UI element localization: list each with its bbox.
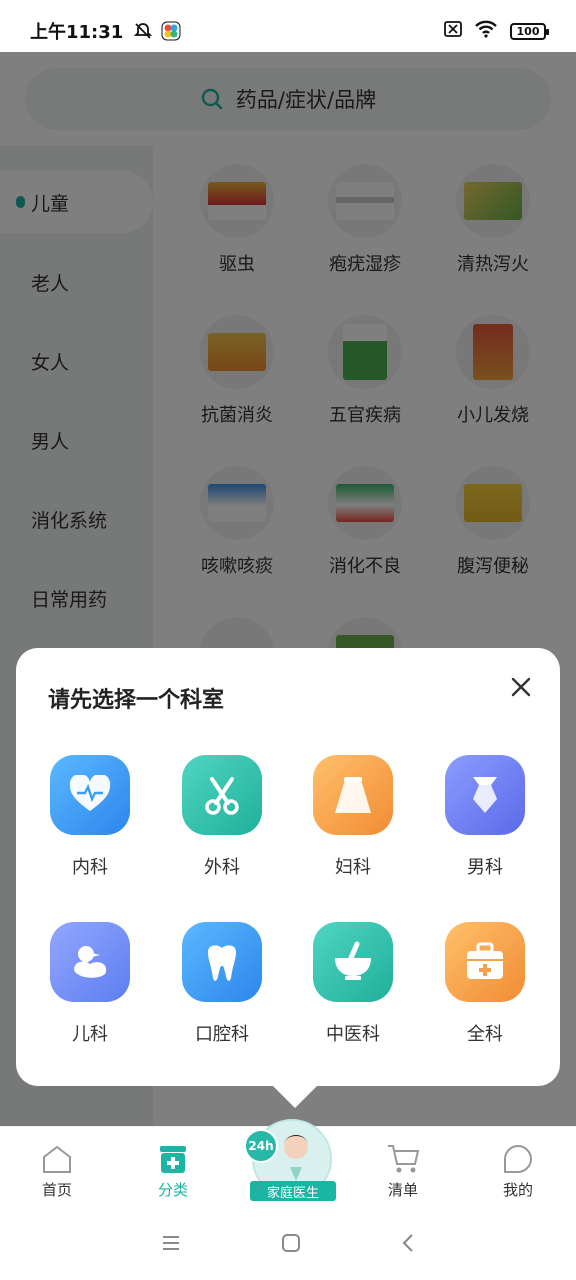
mortar-icon [313,922,393,1002]
department-dentistry[interactable]: 口腔科 [167,922,277,1046]
department-label: 内科 [72,857,108,878]
department-pediatrics[interactable]: 儿科 [35,922,145,1046]
cart-icon [363,1143,443,1175]
department-label: 中医科 [326,1024,380,1045]
tab-category[interactable]: 分类 [133,1143,213,1200]
back-icon[interactable] [401,1233,415,1257]
bell-muted-icon [133,21,153,41]
family-doctor-label: 家庭医生 [250,1181,336,1201]
tie-icon [445,755,525,835]
scissors-icon [182,755,262,835]
department-gynecology[interactable]: 妇科 [298,755,408,879]
bottom-tab-bar: 首页 分类 24h 家庭医生 清单 我的 [0,1119,576,1210]
tab-label: 首页 [41,1181,72,1199]
tab-mine[interactable]: 我的 [478,1143,558,1200]
department-label: 妇科 [335,857,371,878]
tab-cart[interactable]: 清单 [363,1143,443,1200]
tab-home[interactable]: 首页 [17,1143,97,1200]
skirt-icon [313,755,393,835]
department-label: 全科 [467,1024,503,1045]
duck-icon [50,922,130,1002]
system-navigation-bar [0,1210,576,1280]
home-square-icon[interactable] [281,1233,301,1257]
department-surgery[interactable]: 外科 [167,755,277,879]
status-time: 上午11:31 [30,22,124,43]
department-andrology[interactable]: 男科 [430,755,540,879]
24h-badge: 24h [244,1129,278,1163]
department-label: 男科 [467,857,503,878]
dialog-title: 请先选择一个科室 [48,688,225,713]
tab-family-doctor[interactable]: 24h 家庭医生 [244,1119,338,1205]
department-internal-medicine[interactable]: 内科 [35,755,145,879]
tab-label: 我的 [502,1181,533,1199]
profile-leaf-icon [478,1143,558,1175]
department-tcm[interactable]: 中医科 [298,922,408,1046]
battery-indicator: 100 [510,22,549,40]
tab-label: 清单 [387,1181,418,1199]
medical-kit-icon [445,922,525,1002]
home-icon [17,1143,97,1175]
app-notification-icon [161,21,181,41]
heart-pulse-icon [50,755,130,835]
department-label: 儿科 [72,1024,108,1045]
department-label: 口腔科 [195,1024,249,1045]
medicine-box-icon [133,1143,213,1175]
wifi-icon [474,20,498,43]
department-picker-dialog: 请先选择一个科室 内科 外科 妇科 男科 儿科 口腔科 中医科 全科 [16,648,560,1108]
tooth-icon [182,922,262,1002]
department-general[interactable]: 全科 [430,922,540,1046]
department-label: 外科 [204,857,240,878]
tab-label: 分类 [157,1181,188,1199]
close-icon[interactable] [508,674,534,700]
sim-off-icon [444,20,462,42]
menu-icon[interactable] [161,1234,181,1256]
